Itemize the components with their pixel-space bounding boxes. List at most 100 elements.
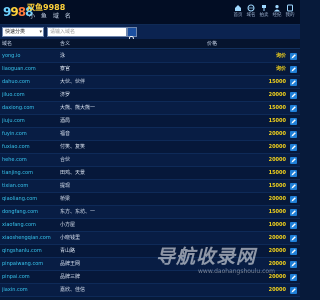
domain-link[interactable]: jiaxin.com (2, 284, 60, 297)
user-icon (274, 5, 280, 12)
pencil-icon (291, 132, 296, 137)
edit-button[interactable] (290, 118, 297, 125)
table-row[interactable]: tianjing.com 田鸡、天景 15000 (0, 167, 300, 180)
table-row[interactable]: xiaofang.com 小方屋 10000 (0, 219, 300, 232)
domain-meaning: 合伙 (60, 157, 71, 163)
domain-price: 15000 (268, 183, 286, 189)
edit-button[interactable] (290, 66, 297, 73)
main-nav: 首页 域名 拍卖 经纪 我的 (231, 3, 299, 22)
domain-meaning: 济罗 (60, 92, 71, 98)
domain-price: 15000 (268, 170, 286, 176)
column-header-price: 价格 (207, 41, 218, 47)
edit-button[interactable] (290, 92, 297, 99)
pencil-icon (291, 93, 296, 98)
watermark-url: www.daohangshoulu.com (198, 268, 275, 275)
table-row[interactable]: qiaoliang.com 桥梁 20000 (0, 193, 300, 206)
pencil-icon (291, 80, 296, 85)
edit-button[interactable] (290, 287, 297, 294)
table-row[interactable]: jiluo.com 济罗 20000 (0, 89, 300, 102)
filter-bar: 快速分类 ▾ 请输入域名 (0, 25, 300, 43)
table-row[interactable]: daxiong.com 大熊、熊大熊一 15000 (0, 102, 300, 115)
edit-button[interactable] (290, 235, 297, 242)
domain-link[interactable]: fuxiao.com (2, 141, 60, 154)
domain-link[interactable]: dongfang.com (2, 206, 60, 219)
domain-link[interactable]: pinpai.com (2, 271, 60, 284)
table-row[interactable]: yong.io 泳 询价 (0, 50, 300, 63)
domain-meaning: 田鸡、天景 (60, 170, 86, 176)
table-row[interactable]: tixian.com 提现 15000 (0, 180, 300, 193)
edit-button[interactable] (290, 222, 297, 229)
pencil-icon (291, 171, 296, 176)
edit-button[interactable] (290, 131, 297, 138)
table-row[interactable]: fuyin.com 福音 20000 (0, 128, 300, 141)
domain-price: 15000 (268, 105, 286, 111)
watermark-text: 导航收录网 (156, 246, 257, 268)
table-row[interactable]: fuxiao.com 付笑、复笑 20000 (0, 141, 300, 154)
search-input[interactable]: 请输入域名 (47, 27, 127, 37)
domain-meaning: 提现 (60, 183, 71, 189)
nav-item-mine[interactable]: 我的 (283, 3, 297, 22)
table-row[interactable]: jiuju.com 酒局 15000 (0, 115, 300, 128)
domain-price: 20000 (268, 144, 286, 150)
site-logo[interactable]: 9988 双鱼9988 小 鱼 域 名 (3, 2, 87, 23)
edit-button[interactable] (290, 53, 297, 60)
domain-link[interactable]: tixian.com (2, 180, 60, 193)
domain-meaning: 付笑、复笑 (60, 144, 86, 150)
edit-button[interactable] (290, 144, 297, 151)
domain-meaning: 酒局 (60, 118, 71, 124)
pencil-icon (291, 288, 296, 293)
edit-button[interactable] (290, 209, 297, 216)
edit-button[interactable] (290, 274, 297, 281)
nav-item-home[interactable]: 首页 (231, 3, 245, 22)
domain-meaning: 大熊、熊大熊一 (60, 105, 96, 111)
edit-button[interactable] (290, 79, 297, 86)
edit-button[interactable] (290, 105, 297, 112)
nav-label: 我的 (285, 13, 295, 18)
chevron-down-icon: ▾ (39, 29, 42, 35)
logo-title: 双鱼9988 (27, 3, 66, 12)
search-placeholder: 请输入域名 (50, 29, 76, 35)
domain-meaning: 东方、东坊、一 (60, 209, 96, 215)
domain-link[interactable]: jiluo.com (2, 89, 60, 102)
pencil-icon (291, 106, 296, 111)
nav-item-domains[interactable]: 域名 (244, 3, 258, 22)
nav-label: 拍卖 (259, 13, 269, 18)
domain-link[interactable]: fuyin.com (2, 128, 60, 141)
category-select[interactable]: 快速分类 ▾ (2, 27, 44, 37)
table-row[interactable]: dongfang.com 东方、东坊、一 15000 (0, 206, 300, 219)
table-row[interactable]: jiaxin.com 嘉欣、佳信 20000 (0, 284, 300, 297)
edit-button[interactable] (290, 196, 297, 203)
domain-link[interactable]: liaoguan.com (2, 63, 60, 76)
domain-link[interactable]: hehe.com (2, 154, 60, 167)
domain-price: 15000 (268, 79, 286, 85)
domain-link[interactable]: qingshanlu.com (2, 245, 60, 258)
search-button[interactable] (127, 27, 137, 43)
domain-link[interactable]: jiuju.com (2, 115, 60, 128)
domain-link[interactable]: pinpaiwang.com (2, 258, 60, 271)
pencil-icon (291, 275, 296, 280)
domain-link[interactable]: qiaoliang.com (2, 193, 60, 206)
domain-price: 20000 (268, 131, 286, 137)
pencil-icon (291, 54, 296, 59)
domain-link[interactable]: dahuo.com (2, 76, 60, 89)
table-row[interactable]: dahuo.com 大伙、伙伴 15000 (0, 76, 300, 89)
domain-link[interactable]: yong.io (2, 50, 60, 63)
top-bar: 9988 双鱼9988 小 鱼 域 名 首页 域名 拍卖 经纪 我的 (0, 0, 300, 25)
domain-link[interactable]: xiaofang.com (2, 219, 60, 232)
edit-button[interactable] (290, 157, 297, 164)
table-row[interactable]: liaoguan.com 寮官 询价 (0, 63, 300, 76)
gavel-icon (262, 5, 266, 11)
edit-button[interactable] (290, 170, 297, 177)
pencil-icon (291, 158, 296, 163)
pencil-icon (291, 67, 296, 72)
domain-link[interactable]: xiaoshengqian.com (2, 232, 60, 245)
pencil-icon (291, 119, 296, 124)
domain-link[interactable]: tianjing.com (2, 167, 60, 180)
nav-item-broker[interactable]: 经纪 (270, 3, 284, 22)
edit-button[interactable] (290, 183, 297, 190)
nav-item-auction[interactable]: 拍卖 (257, 3, 271, 22)
table-row[interactable]: hehe.com 合伙 20000 (0, 154, 300, 167)
nav-label: 域名 (246, 13, 256, 18)
column-header-domain: 域名 (2, 41, 13, 47)
domain-link[interactable]: daxiong.com (2, 102, 60, 115)
